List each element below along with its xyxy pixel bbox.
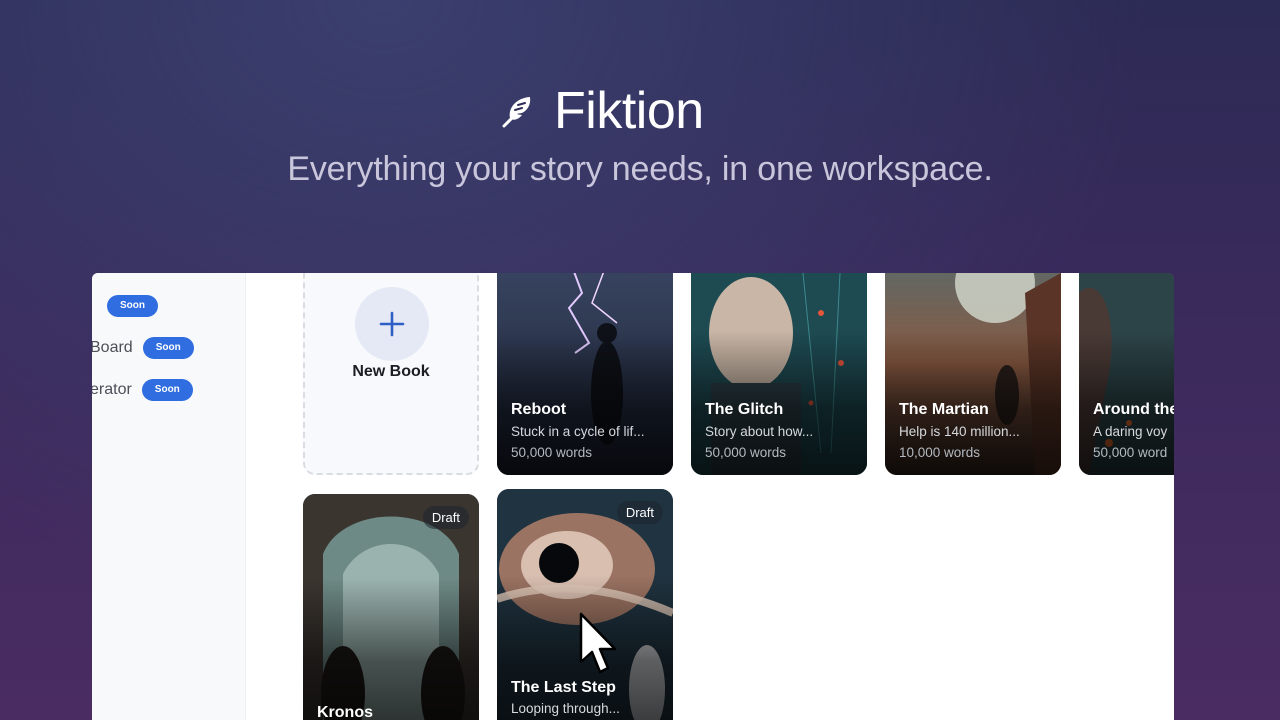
book-title: The Last Step (511, 679, 616, 696)
book-word-count: 50,000 words (511, 445, 593, 460)
book-card-kronos[interactable]: Draft Kronos (303, 494, 479, 720)
book-word-count: 50,000 words (705, 445, 787, 460)
new-book-label: New Book (352, 363, 430, 380)
book-word-count: 10,000 words (899, 445, 981, 460)
hero-section: Fiktion Everything your story needs, in … (0, 0, 1280, 270)
soon-badge: Soon (141, 379, 193, 401)
brand: Fiktion (498, 80, 704, 142)
tagline: Everything your story needs, in one work… (287, 150, 993, 188)
book-card-the-glitch[interactable]: The Glitch Story about how... 50,000 wor… (691, 273, 867, 475)
book-title: The Martian (899, 401, 989, 418)
book-card-the-last-step[interactable]: Draft The Last Step Looping through... (497, 489, 673, 720)
book-card-the-martian[interactable]: The Martian Help is 140 million... 10,00… (885, 273, 1061, 475)
sidebar-item-1[interactable]: Soon (97, 295, 158, 317)
book-card-reboot[interactable]: Reboot Stuck in a cycle of lif... 50,000… (497, 273, 673, 475)
sidebar: Soon Board Soon erator Soon (92, 273, 246, 720)
sidebar-item-generator[interactable]: erator Soon (92, 379, 193, 401)
book-title: Around the (1093, 401, 1174, 418)
book-title: Kronos (317, 704, 373, 720)
book-title: The Glitch (705, 401, 784, 418)
soon-badge: Soon (107, 295, 158, 317)
book-title: Reboot (511, 401, 567, 418)
brand-name: Fiktion (554, 82, 704, 140)
book-description: Help is 140 million... (899, 424, 1020, 439)
sidebar-item-label: erator (92, 381, 132, 398)
plus-icon (355, 287, 429, 361)
soon-badge: Soon (142, 337, 194, 359)
book-card-around-the[interactable]: Around the A daring voy 50,000 word (1079, 273, 1174, 475)
book-description: Stuck in a cycle of lif... (511, 424, 645, 439)
app-window: Soon Board Soon erator Soon New Book Reb… (92, 273, 1174, 720)
new-book-button[interactable]: New Book (303, 273, 479, 475)
mouse-pointer-icon (579, 612, 617, 674)
draft-badge: Draft (422, 506, 469, 529)
book-word-count: 50,000 word (1093, 445, 1168, 460)
feather-icon (498, 92, 536, 130)
sidebar-item-label: Board (92, 339, 133, 356)
book-description: A daring voy (1093, 424, 1168, 439)
book-description: Story about how... (705, 424, 814, 439)
draft-badge: Draft (616, 501, 663, 524)
book-description: Looping through... (511, 701, 620, 716)
sidebar-item-board[interactable]: Board Soon (92, 337, 194, 359)
